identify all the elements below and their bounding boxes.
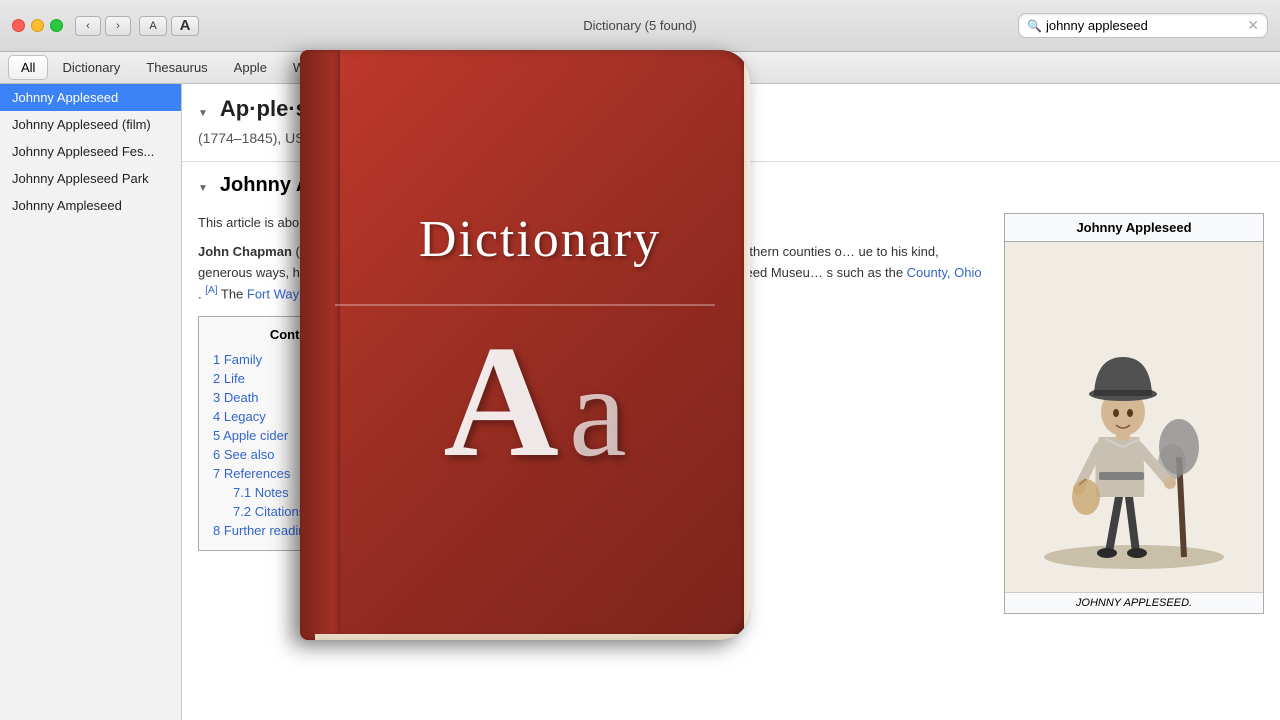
- infobox-caption: JOHNNY APPLESEED.: [1005, 592, 1263, 613]
- wikipedia-section: ▼ Johnny Appleseed This article is about…: [182, 162, 1280, 626]
- content-area: ▼ Ap·ple·seed, Joh (1774–1845), US folk …: [182, 84, 1280, 720]
- traffic-lights: [12, 19, 63, 32]
- font-smaller-button[interactable]: A: [139, 16, 167, 36]
- search-bar: 🔍 ✕: [1018, 13, 1268, 38]
- sidebar-item-johnny-appleseed-park[interactable]: Johnny Appleseed Park: [0, 165, 181, 192]
- body-text-4: for: [496, 265, 515, 280]
- contents-box: Contents 1 Family 2 Life 3 Death 4 Legac…: [198, 316, 398, 551]
- missionary-link[interactable]: missionary: [431, 265, 493, 280]
- johnny-appleseed-illustration: [1024, 257, 1244, 577]
- body-text-7: The: [221, 287, 247, 302]
- contents-item-4[interactable]: 4 Legacy: [213, 407, 383, 426]
- back-button[interactable]: ‹: [75, 16, 101, 36]
- font-larger-button[interactable]: A: [171, 16, 199, 36]
- tab-apple[interactable]: Apple: [222, 56, 279, 79]
- contents-subitem-7-1[interactable]: 7.1 Notes: [213, 483, 383, 502]
- tab-thesaurus[interactable]: Thesaurus: [134, 56, 219, 79]
- collapse-dictionary-button[interactable]: ▼: [198, 108, 208, 119]
- contents-item-5[interactable]: 5 Apple cider: [213, 426, 383, 445]
- infobox-title: Johnny Appleseed: [1005, 214, 1263, 242]
- body-text-8: n spent his final years, is named in l…: [330, 287, 549, 302]
- font-size-buttons: A A: [139, 16, 199, 36]
- dictionary-entry-title: Ap·ple·seed, Joh: [220, 96, 397, 122]
- wikipedia-body: John Chapman (September 2… an pioneer nu…: [198, 242, 988, 306]
- dictionary-section: ▼ Ap·ple·seed, Joh (1774–1845), US folk …: [182, 84, 1280, 162]
- titlebar: ‹ › A A Dictionary (5 found) 🔍 ✕: [0, 0, 1280, 52]
- wikipedia-text: This article is about the histo… John Ch…: [198, 213, 988, 614]
- window-title: Dictionary (5 found): [583, 18, 696, 33]
- maximize-button[interactable]: [50, 19, 63, 32]
- fort-wayne-link[interactable]: Fort Wayne…: [247, 287, 327, 302]
- main-layout: Johnny Appleseed Johnny Appleseed (film)…: [0, 84, 1280, 720]
- wikipedia-article-title: Johnny Appleseed: [220, 174, 397, 197]
- sidebar-item-johnny-appleseed[interactable]: Johnny Appleseed: [0, 84, 181, 111]
- contents-item-8[interactable]: 8 Further reading...: [213, 521, 383, 540]
- infobox-image: [1005, 242, 1263, 592]
- dictionary-entry-definition: (1774–1845), US folk her… Ohio and India…: [198, 128, 1264, 149]
- contents-item-1[interactable]: 1 Family: [213, 350, 383, 369]
- contents-item-6[interactable]: 6 See also: [213, 445, 383, 464]
- nurseryman-link[interactable]: nurseryman: [456, 244, 525, 259]
- footnote-a[interactable]: [A]: [205, 285, 217, 296]
- wikipedia-intro: This article is about the histo…: [198, 213, 988, 234]
- tab-dictionary[interactable]: Dictionary: [50, 56, 132, 79]
- contents-item-3[interactable]: 3 Death: [213, 388, 383, 407]
- new-church-link[interactable]: The New Churc…: [515, 265, 618, 280]
- illinois-link[interactable]: …inois: [598, 244, 638, 259]
- sidebar: Johnny Appleseed Johnny Appleseed (film)…: [0, 84, 182, 720]
- body-text-1: (September 2… an pioneer: [296, 244, 456, 259]
- search-icon: 🔍: [1027, 19, 1042, 33]
- contents-title: Contents: [213, 327, 383, 342]
- contents-subitem-7-2[interactable]: 7.2 Citations: [213, 502, 383, 521]
- source-tabs: All Dictionary Thesaurus Apple Wikipedia: [0, 52, 1280, 84]
- body-text-5: as the Johnny Appleseed Museu… s such as…: [622, 265, 907, 280]
- sidebar-item-johnny-ampleseed[interactable]: Johnny Ampleseed: [0, 192, 181, 219]
- sidebar-item-johnny-appleseed-film[interactable]: Johnny Appleseed (film): [0, 111, 181, 138]
- body-text-2: who intro…: [528, 244, 597, 259]
- county-ohio-link[interactable]: County, Ohio: [907, 265, 982, 280]
- wikipedia-content-wrapper: This article is about the histo… John Ch…: [198, 213, 1264, 614]
- close-button[interactable]: [12, 19, 25, 32]
- intro-text: This article is about the histo…: [198, 215, 376, 230]
- sidebar-item-johnny-appleseed-fes[interactable]: Johnny Appleseed Fes...: [0, 138, 181, 165]
- tab-all[interactable]: All: [8, 55, 48, 80]
- contents-item-7[interactable]: 7 References: [213, 464, 383, 483]
- forward-button[interactable]: ›: [105, 16, 131, 36]
- tab-wikipedia[interactable]: Wikipedia: [281, 56, 361, 79]
- contents-item-2[interactable]: 2 Life: [213, 369, 383, 388]
- minimize-button[interactable]: [31, 19, 44, 32]
- john-chapman-name: John Chapman: [198, 244, 292, 259]
- nav-buttons: ‹ ›: [75, 16, 131, 36]
- search-input[interactable]: [1046, 18, 1243, 33]
- body-text-6: .: [198, 287, 202, 302]
- search-clear-button[interactable]: ✕: [1247, 17, 1259, 34]
- collapse-wikipedia-button[interactable]: ▼: [198, 183, 208, 194]
- infobox: Johnny Appleseed: [1004, 213, 1264, 614]
